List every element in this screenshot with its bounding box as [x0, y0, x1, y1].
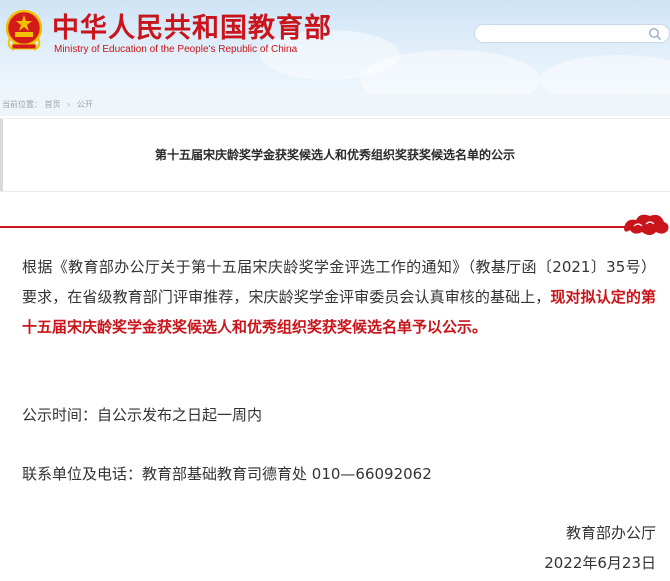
article-title-box: 第十五届宋庆龄奖学金获奖候选人和优秀组织奖获奖候选名单的公示: [0, 118, 670, 192]
search-input[interactable]: [474, 24, 670, 43]
announcement-period: 公示时间：自公示发布之日起一周内: [22, 406, 263, 424]
title-divider: [0, 226, 646, 228]
breadcrumb-label: 当前位置：: [2, 100, 42, 109]
breadcrumb-separator: ›: [67, 100, 71, 109]
site-title[interactable]: 中华人民共和国教育部: [52, 6, 332, 45]
cloud-ornament-icon: [624, 214, 669, 235]
header-cloud-decoration: [540, 55, 670, 94]
national-emblem-icon[interactable]: [4, 6, 44, 56]
signature-organization: 教育部办公厅: [565, 524, 656, 542]
page-title: 第十五届宋庆龄奖学金获奖候选人和优秀组织奖获奖候选名单的公示: [154, 148, 515, 162]
contact-info: 联系单位及电话：教育部基础教育司德育处 010—66092062: [22, 465, 432, 483]
signature-date: 2022年6月23日: [544, 554, 656, 572]
breadcrumb: 当前位置： 首页 › 公开: [0, 94, 670, 116]
site-subtitle: Ministry of Education of the People's Re…: [54, 44, 298, 55]
site-header: 中华人民共和国教育部 Ministry of Education of the …: [0, 0, 670, 94]
search-icon[interactable]: [648, 27, 662, 41]
breadcrumb-item-home[interactable]: 首页: [45, 94, 61, 116]
breadcrumb-item-public[interactable]: 公开: [77, 94, 93, 116]
article-paragraph: 根据《教育部办公厅关于第十五届宋庆龄奖学金评选工作的通知》（教基厅函〔2021〕…: [22, 252, 656, 342]
article-body: 根据《教育部办公厅关于第十五届宋庆龄奖学金评选工作的通知》（教基厅函〔2021〕…: [22, 252, 656, 483]
